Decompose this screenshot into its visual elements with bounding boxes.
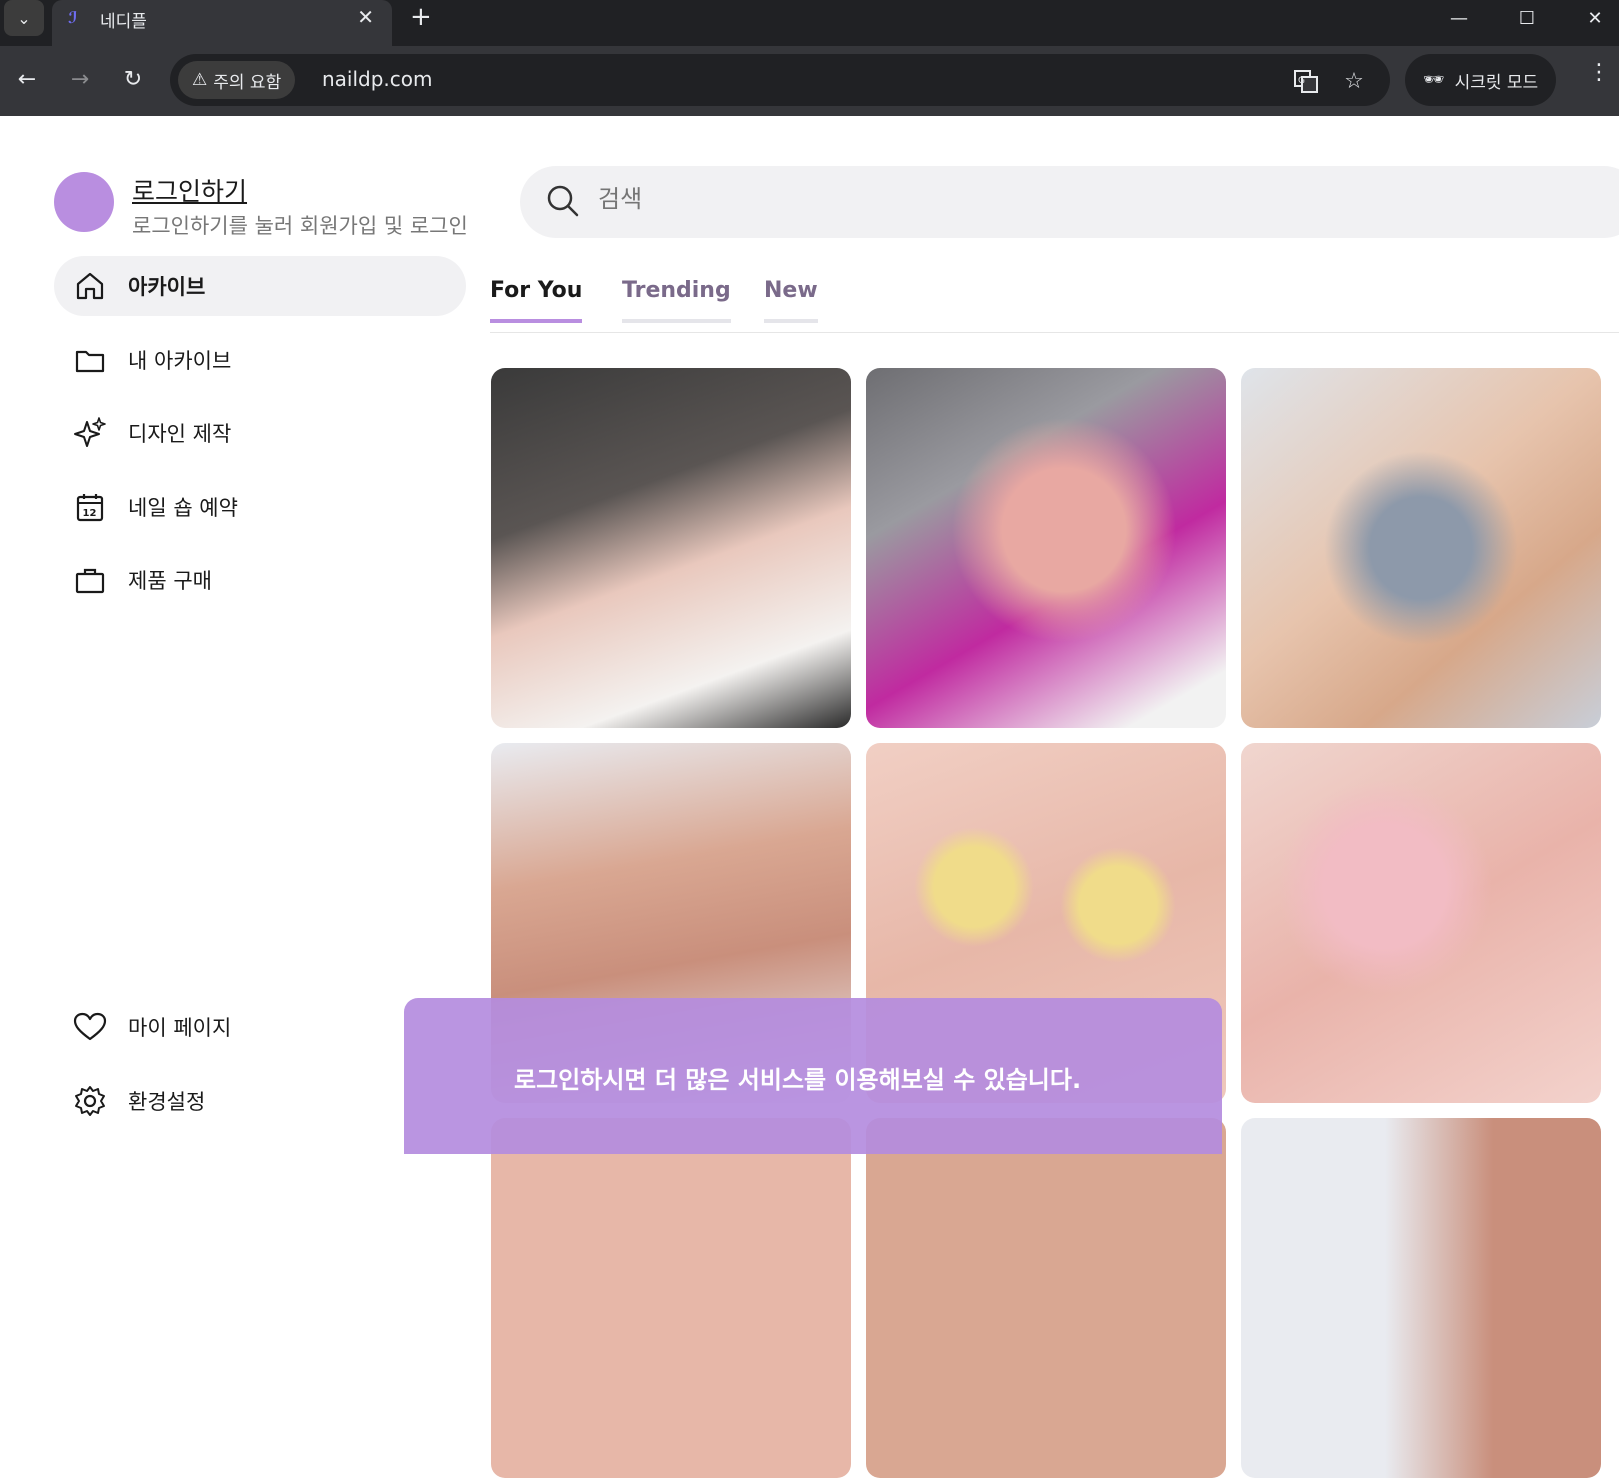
browser-toolbar: ← → ↻ ⚠ 주의 요함 naildp.com G ☆ 🕶 시크릿 모드 ⋮ [0, 46, 1619, 116]
shopping-bag-icon [72, 562, 108, 598]
tab-indicator [622, 319, 731, 323]
nail-image-card[interactable] [1241, 368, 1601, 728]
nail-image-card[interactable] [491, 368, 851, 728]
avatar[interactable] [54, 172, 114, 232]
svg-text:12: 12 [83, 508, 97, 519]
sidebar-item-design[interactable]: 디자인 제작 [54, 403, 466, 463]
heart-icon [72, 1009, 108, 1045]
bookmark-star-icon[interactable]: ☆ [1340, 67, 1368, 95]
login-subtitle: 로그인하기를 눌러 회원가입 및 로그인 [132, 214, 468, 238]
new-tab-button[interactable]: + [410, 2, 432, 32]
nail-image-card[interactable] [491, 1118, 851, 1478]
site-favicon-icon: ℐ [68, 8, 78, 27]
warning-icon: ⚠ [192, 70, 208, 90]
calendar-icon: 12 [72, 489, 108, 525]
incognito-label: 시크릿 모드 [1454, 72, 1539, 93]
sparkle-icon [72, 415, 108, 451]
sidebar-item-label: 내 아카이브 [128, 349, 232, 373]
sidebar-item-shop[interactable]: 제품 구매 [54, 550, 466, 610]
feed-tabs: For You Trending New [490, 270, 1619, 333]
browser-menu-icon[interactable]: ⋮ [1588, 60, 1610, 85]
sidebar-item-label: 아카이브 [128, 275, 206, 299]
sidebar-item-label: 네일 숍 예약 [128, 496, 238, 520]
tab-title: 네디플 [100, 12, 147, 32]
tab-indicator [764, 319, 818, 323]
maximize-icon[interactable]: ☐ [1504, 0, 1550, 36]
chevron-down-icon: ⌄ [17, 8, 31, 28]
reload-icon[interactable]: ↻ [114, 60, 152, 98]
sidebar-item-label: 환경설정 [128, 1090, 206, 1114]
nail-image-card[interactable] [1241, 743, 1601, 1103]
browser-tabbar: ⌄ ℐ 네디플 ✕ + — ☐ ✕ [0, 0, 1619, 46]
tab-trending[interactable]: Trending [622, 278, 731, 323]
search-icon [546, 184, 580, 222]
sidebar-item-label: 마이 페이지 [128, 1016, 232, 1040]
folder-icon [72, 342, 108, 378]
sidebar-item-my-archive[interactable]: 내 아카이브 [54, 330, 466, 390]
back-icon[interactable]: ← [8, 60, 46, 98]
home-icon [72, 268, 108, 304]
tab-new[interactable]: New [764, 278, 818, 323]
incognito-icon: 🕶 [1423, 70, 1445, 90]
login-link[interactable]: 로그인하기 [132, 172, 247, 208]
incognito-indicator[interactable]: 🕶 시크릿 모드 [1405, 54, 1557, 106]
login-prompt-toast[interactable]: 로그인하시면 더 많은 서비스를 이용해보실 수 있습니다. [404, 998, 1222, 1154]
sidebar-item-label: 디자인 제작 [128, 422, 232, 446]
sidebar-item-label: 제품 구매 [128, 569, 212, 593]
tab-label: New [764, 278, 818, 303]
sidebar-item-archive[interactable]: 아카이브 [54, 256, 466, 316]
browser-tab[interactable]: ℐ 네디플 ✕ [52, 0, 392, 46]
nail-image-card[interactable] [866, 368, 1226, 728]
tab-label: Trending [622, 278, 731, 303]
address-bar[interactable]: ⚠ 주의 요함 naildp.com G ☆ [170, 54, 1390, 106]
close-tab-icon[interactable]: ✕ [357, 5, 374, 29]
gear-icon [72, 1083, 108, 1119]
security-chip[interactable]: ⚠ 주의 요함 [178, 61, 296, 99]
security-chip-label: 주의 요함 [213, 72, 282, 93]
tab-indicator [490, 319, 583, 323]
tab-search-button[interactable]: ⌄ [4, 0, 44, 36]
toast-message: 로그인하시면 더 많은 서비스를 이용해보실 수 있습니다. [514, 1066, 1082, 1094]
sidebar-item-booking[interactable]: 12 네일 숍 예약 [54, 477, 466, 537]
search-bar[interactable] [520, 166, 1619, 238]
search-input[interactable] [596, 184, 1200, 214]
nail-image-card[interactable] [866, 1118, 1226, 1478]
close-window-icon[interactable]: ✕ [1572, 0, 1618, 36]
tab-label: For You [490, 278, 583, 303]
forward-icon[interactable]: → [61, 60, 99, 98]
tab-for-you[interactable]: For You [490, 278, 583, 323]
url-text[interactable]: naildp.com [322, 67, 433, 91]
minimize-icon[interactable]: — [1436, 0, 1482, 36]
nail-image-card[interactable] [1241, 1118, 1601, 1478]
